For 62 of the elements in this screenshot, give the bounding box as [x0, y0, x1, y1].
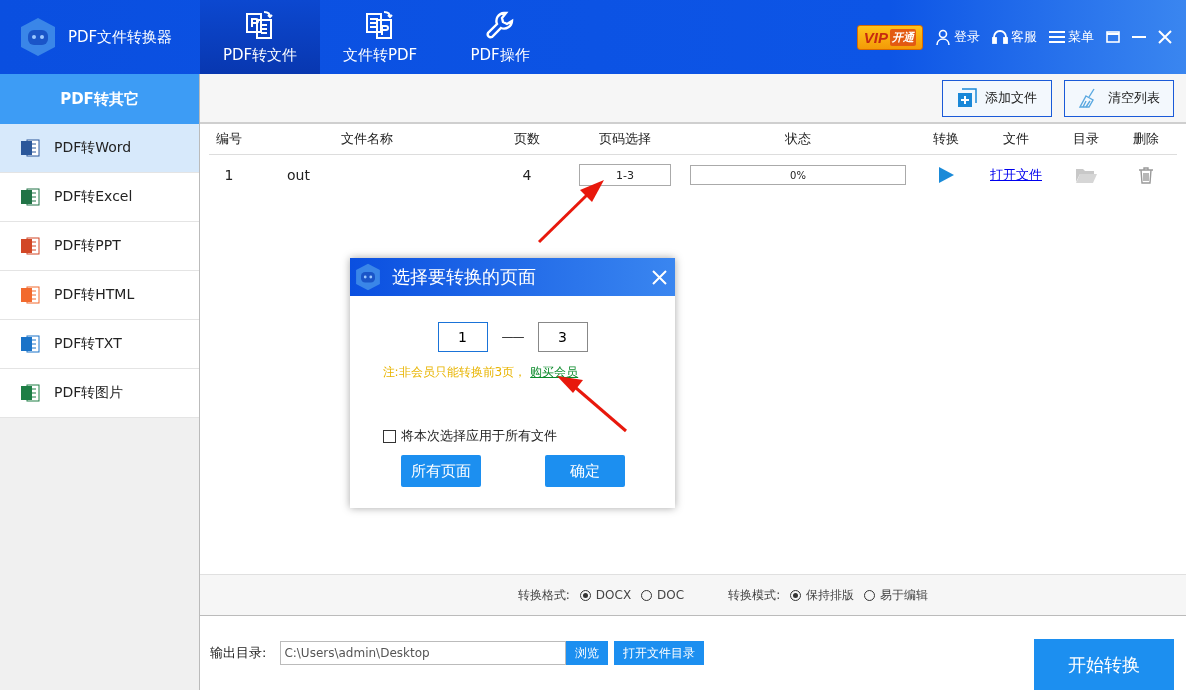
wrench-icon	[484, 9, 516, 42]
close-button[interactable]	[1158, 30, 1172, 44]
column-header: 编号	[215, 130, 243, 148]
maximize-button[interactable]	[1106, 31, 1120, 43]
maximize-icon	[1106, 31, 1120, 43]
output-path-field[interactable]: C:\Users\admin\Desktop	[280, 641, 567, 665]
radio-option[interactable]: 保持排版	[790, 586, 855, 604]
sidebar-item[interactable]: PDF转HTML	[0, 271, 199, 320]
table-cell-text: out	[286, 167, 311, 183]
radio-option[interactable]: DOC	[641, 588, 685, 602]
menu-icon	[1049, 30, 1065, 44]
column-header: 删除	[1132, 130, 1160, 148]
file-pdf-icon	[364, 9, 396, 42]
toolbar-button[interactable]: 清空列表	[1064, 79, 1174, 117]
header-link[interactable]: 客服	[992, 28, 1037, 46]
column-header: 状态	[784, 130, 812, 148]
sidebar-item[interactable]: PDF转PPT	[0, 222, 199, 271]
nav-tab[interactable]: 文件转PDF	[320, 0, 440, 74]
to-page-field[interactable]: 3	[537, 322, 588, 352]
progress-bar: 0%	[690, 165, 906, 185]
nav-tab[interactable]: PDF操作	[440, 0, 560, 74]
dialog-logo-icon	[354, 263, 382, 291]
option-label: 转换模式:	[728, 586, 781, 604]
from-page-field[interactable]: 1	[437, 322, 488, 352]
toolbar-button[interactable]: 添加文件	[942, 79, 1052, 117]
column-header: 文件	[1002, 130, 1030, 148]
page-range-field[interactable]: 1-3	[579, 164, 671, 186]
column-header: 页码选择	[598, 130, 652, 148]
app-logo-icon	[18, 17, 58, 57]
column-header: 文件名称	[340, 130, 394, 148]
close-icon	[1158, 30, 1172, 44]
column-header: 页数	[513, 130, 541, 148]
headset-icon	[992, 29, 1008, 45]
table-cell-text: 1	[223, 167, 235, 183]
pdf-file-icon	[244, 9, 276, 42]
user-icon	[935, 29, 951, 45]
add-icon	[957, 88, 977, 108]
radio-option[interactable]: DOCX	[579, 588, 632, 602]
trash-icon[interactable]	[1139, 166, 1153, 184]
dialog-title: 选择要转换的页面	[392, 265, 537, 289]
open-file-link[interactable]: 打开文件	[990, 166, 1042, 184]
output-label: 输出目录:	[210, 644, 267, 662]
header-link[interactable]: 登录	[935, 28, 980, 46]
buy-membership-link[interactable]: 购买会员	[530, 364, 579, 381]
apply-all-checkbox[interactable]: 将本次选择应用于所有文件	[382, 427, 643, 445]
sidebar-item[interactable]: PDF转TXT	[0, 320, 199, 369]
column-header: 转换	[932, 130, 960, 148]
table-cell-text: 4	[521, 167, 533, 183]
range-separator: ——	[501, 330, 524, 344]
sidebar-item[interactable]: PDF转Word	[0, 124, 199, 173]
nav-tab[interactable]: PDF转文件	[200, 0, 320, 74]
option-label: 转换格式:	[517, 586, 570, 604]
app-title: PDF文件转换器	[68, 27, 173, 47]
sidebar-item[interactable]: PDF转图片	[0, 369, 199, 418]
play-icon[interactable]	[938, 167, 954, 183]
radio-option[interactable]: 易于编辑	[864, 586, 929, 604]
note-text: 注:非会员只能转换前3页，	[382, 364, 527, 381]
sidebar-item[interactable]: PDF转Excel	[0, 173, 199, 222]
sidebar-title: PDF转其它	[0, 74, 199, 124]
column-header: 目录	[1072, 130, 1100, 148]
vip-badge[interactable]: VIP 开通	[856, 24, 923, 50]
header-link[interactable]: 菜单	[1049, 28, 1094, 46]
